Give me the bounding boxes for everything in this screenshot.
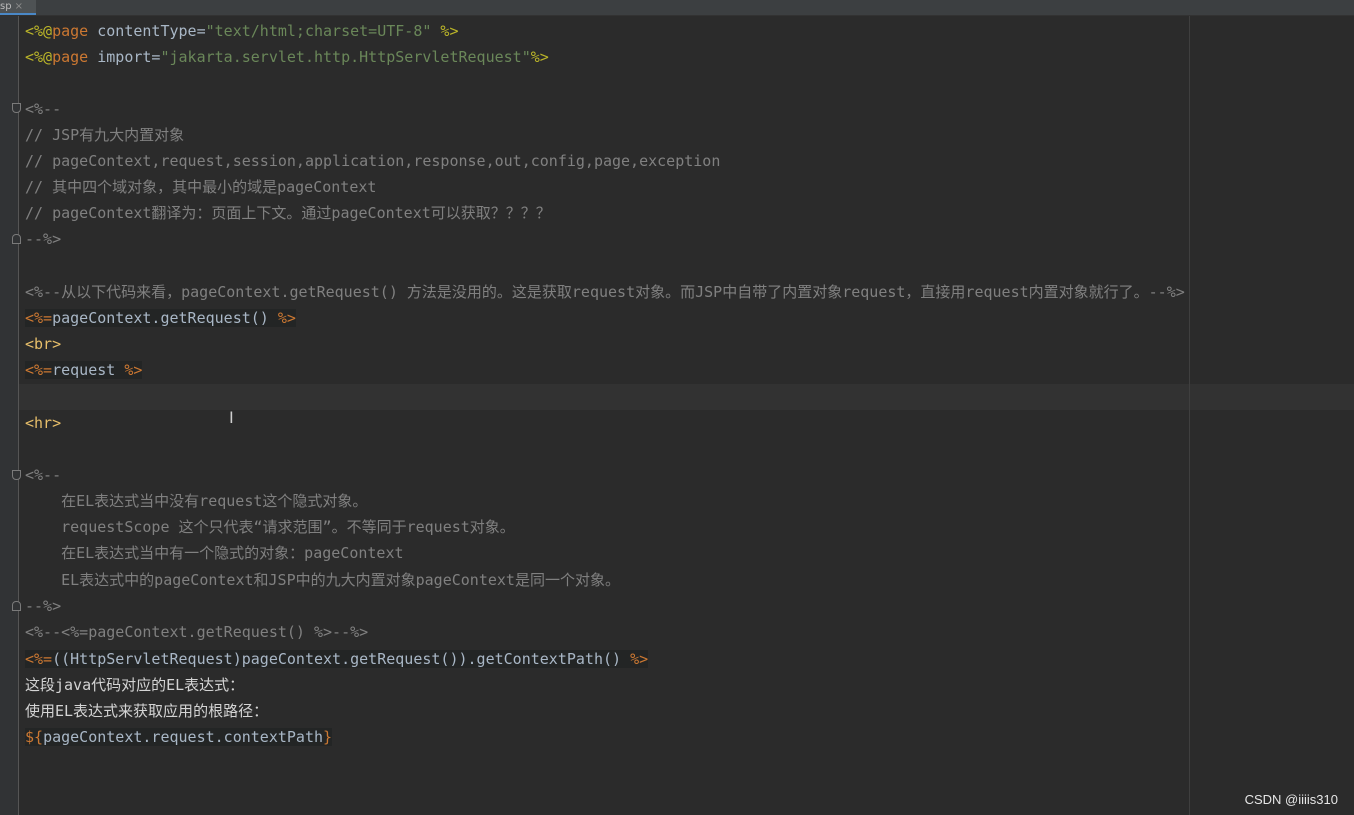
code-line: <%=pageContext.getRequest() %> — [25, 309, 296, 327]
current-line-highlight — [19, 384, 1354, 410]
file-tab[interactable]: sp × — [0, 0, 36, 15]
text-line: 这段java代码对应的EL表达式： — [25, 676, 245, 694]
comment-line: // pageContext,request,session,applicati… — [25, 152, 721, 170]
comment-line: // 其中四个域对象，其中最小的域是pageContext — [25, 178, 377, 196]
close-tab-icon[interactable]: × — [15, 1, 23, 12]
fold-comment-start-icon[interactable] — [12, 103, 21, 113]
text-line: 使用EL表达式来获取应用的根路径： — [25, 702, 269, 720]
editor-tab-bar: sp × — [0, 0, 1354, 16]
fold-comment-end-icon[interactable] — [12, 601, 21, 611]
html-tag-line: <br> — [25, 335, 62, 353]
code-line: <%=((HttpServletRequest)pageContext.getR… — [25, 650, 649, 668]
comment-line: requestScope 这个只代表“请求范围”。不等同于request对象。 — [25, 518, 515, 536]
right-margin-guide — [1189, 16, 1190, 815]
code-line: <%@page contentType="text/html;charset=U… — [25, 22, 459, 40]
html-tag-line: <hr> — [25, 414, 62, 432]
comment-line: <%--<%=pageContext.getRequest() %>--%> — [25, 623, 369, 641]
fold-comment-end-icon[interactable] — [12, 234, 21, 244]
comment-line: // JSP有九大内置对象 — [25, 126, 185, 144]
comment-line: --%> — [25, 230, 62, 248]
text-cursor-icon: I — [229, 408, 234, 427]
code-line: ${pageContext.request.contextPath} — [25, 728, 333, 746]
file-tab-label: sp — [0, 1, 12, 12]
comment-line: 在EL表达式当中有一个隐式的对象：pageContext — [25, 544, 404, 562]
comment-line: <%-- — [25, 466, 62, 484]
code-line: <%@page import="jakarta.servlet.http.Htt… — [25, 48, 549, 66]
comment-line: // pageContext翻译为：页面上下文。通过pageContext可以获… — [25, 204, 551, 222]
comment-line: <%--从以下代码来看，pageContext.getRequest() 方法是… — [25, 283, 1185, 301]
editor-gutter[interactable] — [0, 16, 19, 815]
comment-line: 在EL表达式当中没有request这个隐式对象。 — [25, 492, 368, 510]
watermark: CSDN @iiiis310 — [1244, 792, 1338, 807]
comment-line: --%> — [25, 597, 62, 615]
fold-comment-start-icon[interactable] — [12, 470, 21, 480]
comment-line: EL表达式中的pageContext和JSP中的九大内置对象pageContex… — [25, 571, 620, 589]
code-line: <%=request %> — [25, 361, 143, 379]
comment-line: <%-- — [25, 100, 62, 118]
